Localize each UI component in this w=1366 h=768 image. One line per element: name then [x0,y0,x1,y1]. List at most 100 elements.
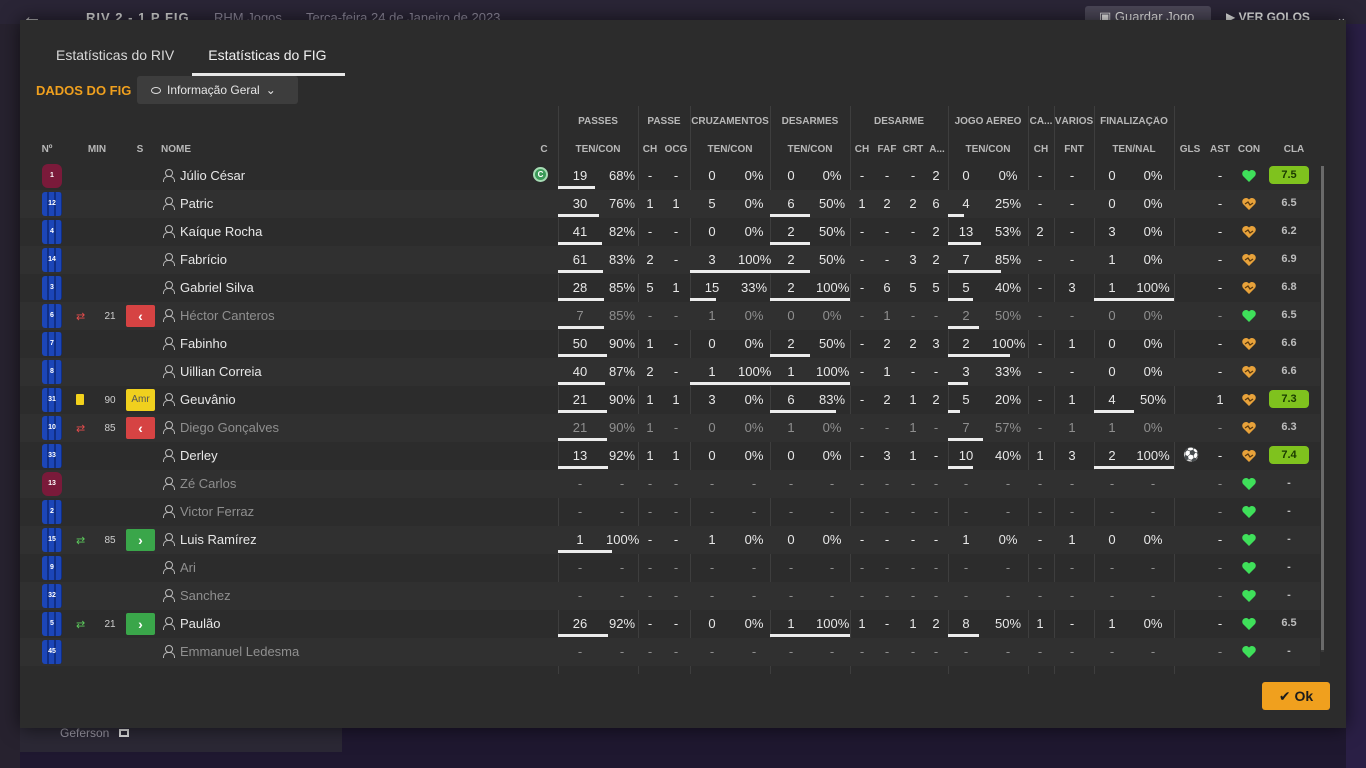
table-row[interactable]: 32 Sanchez - - - - - - - - - - - - - - - - - - - - [20,582,1320,610]
player-name[interactable]: Derley [180,448,218,463]
stat-crt: - [910,532,916,547]
stat-p1: 1 [576,532,584,547]
table-row[interactable]: 9 Ari - - - - - - - - - - - - - - - - - - - - [20,554,1320,582]
table-row[interactable]: 31 90 Amr Geuvânio 21 90% 1 1 3 0% 6 83% -2 1 2 5 20% -1 4… [20,386,1320,414]
player-name[interactable]: Sanchez [180,588,231,603]
view-dropdown[interactable]: Informação Geral ⌄ [137,76,298,104]
stat-c2: 100% [738,252,772,267]
stat-p2: - [619,504,625,519]
stat-d1: 0 [787,168,795,183]
table-row[interactable]: 4 Kaíque Rocha 41 82% - -0 0% 2 50% - - -2 13 53% 2-3 0… [20,218,1320,246]
match-rating: - [1287,589,1291,601]
stat-c2: 0% [744,224,764,239]
player-name[interactable]: Emmanuel Ledesma [180,644,299,659]
player-name[interactable]: Uillian Correia [180,364,262,379]
player-name[interactable]: Victor Ferraz [180,504,254,519]
player-name[interactable]: Diego Gonçalves [180,420,279,435]
stat-dch: - [859,392,865,407]
stat-f2: 0% [1143,532,1163,547]
stat-faf: 1 [883,308,891,323]
stat-d2: 100% [816,616,850,631]
stat-dch: - [859,252,865,267]
table-row[interactable]: 12 Patric 30 76% 1 1 5 0% 6 50% 1 2 2 6 4 25% - -0 0% -6.5 [20,190,1320,218]
shirt-number-badge: 33 [42,444,62,468]
condition-heart-icon [1241,644,1257,660]
success-rate-bar [948,466,973,469]
stat-p2: 76% [608,196,636,211]
stat-c2: 0% [744,308,764,323]
table-row[interactable]: 7 Fabinho 50 90% 1-0 0% 2 50% -2 2 3 2 100% -1 0 0% -6.6 [20,330,1320,358]
stat-f2: 50% [1139,392,1167,407]
minute: 85 [104,423,116,434]
tab-riv-stats[interactable]: Estatísticas do RIV [40,20,192,76]
stat-c1: - [709,476,715,491]
player-name[interactable]: Geuvânio [180,392,236,407]
background-left-panel [0,24,20,768]
table-row[interactable]: 2 Victor Ferraz - - - - - - - - - - - - - - - - - - - - [20,498,1320,526]
tab-fig-stats[interactable]: Estatísticas do FIG [192,20,345,76]
scrollbar-thumb[interactable] [1321,166,1324,650]
stat-fnt: 1 [1068,392,1076,407]
condition-heart-icon [1241,224,1257,240]
table-row[interactable]: 6 ⇄ 21 ‹ Héctor Canteros 7 85% - -1 0% 0 0% -1- -2 50%… [20,302,1320,330]
stat-c1: 0 [708,420,716,435]
stat-f1: 3 [1108,224,1116,239]
stat-c2: 0% [744,448,764,463]
table-row[interactable]: 10 ⇄ 85 ‹ Diego Gonçalves 21 90% 1 - 0 0% 1 0% - - 1 - 7 5… [20,414,1320,442]
player-name[interactable]: Ari [180,560,196,575]
player-name[interactable]: Fabinho [180,336,227,351]
stat-faf: 2 [883,196,891,211]
stat-fnt: - [1069,196,1075,211]
minute: 85 [104,535,116,546]
col-faf: FAF [877,144,897,155]
stat-cach: - [1037,532,1043,547]
col-fnt: FNT [1064,144,1084,155]
table-row[interactable]: 45 Emmanuel Ledesma - - - - - - - - - - - - - - - - - - - - [20,638,1320,666]
stat-ast: - [1217,504,1223,519]
table-row[interactable]: 5 ⇄ 21 › Paulão 26 92% - -0 0% 1 100% 1-1 2 8 50% 1-1 0% -… [20,610,1320,638]
stat-cach: - [1037,560,1043,575]
player-name[interactable]: Héctor Canteros [180,308,275,323]
stat-cach: - [1037,364,1043,379]
table-row[interactable]: 8 Uillian Correia 40 87% 2-1 100% 1 100% -1- -3 33… [20,358,1320,386]
player-icon [163,477,175,490]
success-rate-bar [690,298,716,301]
stat-a2: 25% [994,196,1022,211]
stat-fnt: - [1069,616,1075,631]
table-row[interactable]: 13 Zé Carlos - - - - - - - - - - - - - - - - - - - - [20,470,1320,498]
match-rating: 6.8 [1281,281,1297,293]
player-name[interactable]: Kaíque Rocha [180,224,262,239]
stat-ch: 1 [646,392,654,407]
player-name[interactable]: Paulão [180,616,220,631]
stat-c2: - [751,588,757,603]
player-name[interactable]: Fabrício [180,252,227,267]
stat-ast: - [1217,644,1223,659]
player-name[interactable]: Zé Carlos [180,476,236,491]
stat-crt: 3 [909,252,917,267]
stat-dch: - [859,336,865,351]
player-name[interactable]: Patric [180,196,213,211]
success-rate-bar [558,410,607,413]
stat-ast: - [1217,252,1223,267]
stat-c1: - [709,644,715,659]
stat-faf: - [884,224,890,239]
stat-ast: - [1217,280,1223,295]
table-row[interactable]: 14 Fabrício 61 83% 2-3 100% 2 50% - -3 2 7 85% - -1 0% -… [20,246,1320,274]
shirt-icon [119,729,130,737]
table-row[interactable]: 1 Júlio César C 19 68% - -0 0% 0 0% - - -2 0 0% - -0 0% -7… [20,162,1320,190]
col-name: NOME [161,144,191,155]
player-name[interactable]: Júlio César [180,168,245,183]
player-name[interactable]: Gabriel Silva [180,280,254,295]
table-row[interactable]: 15 ⇄ 85 › Luis Ramírez 1 100% - -1 0% 0 0% - - - -1 0% -1… [20,526,1320,554]
player-name[interactable]: Luis Ramírez [180,532,257,547]
stat-dch: - [859,476,865,491]
stat-d2: 50% [818,196,846,211]
subbed-on-badge: › [126,613,155,635]
table-row[interactable]: 33 Derley 13 92% 1 1 0 0% 0 0% -3 1-10 40% 1 3 2 100% - ⚽ 7… [20,442,1320,470]
subbed-on-badge: › [126,529,155,551]
stat-a: - [933,476,939,491]
ok-button[interactable]: ✔ Ok [1262,682,1330,710]
player-icon [163,533,175,546]
stat-f2: 0% [1143,308,1163,323]
table-row[interactable]: 3 Gabriel Silva 28 85% 5 1 15 33% 2 100% -6 5 5 5 40% -… [20,274,1320,302]
